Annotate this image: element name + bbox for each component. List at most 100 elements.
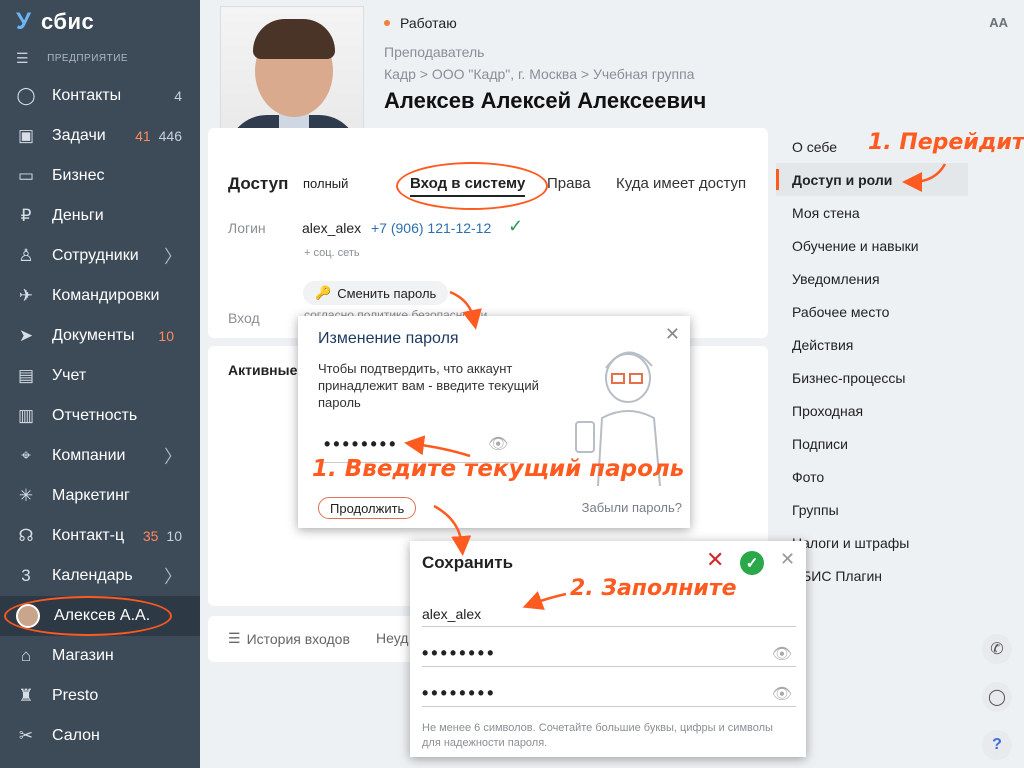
eye-icon[interactable]: 👁 bbox=[772, 684, 792, 704]
briefcase-icon: ▭ bbox=[17, 166, 35, 185]
profile-menu-item[interactable]: Подписи bbox=[776, 427, 968, 460]
sidebar-item[interactable]: ▭ Бизнес bbox=[0, 156, 200, 196]
sidebar-item[interactable]: ☊ Контакт-ц 35 10 bbox=[0, 516, 200, 556]
profile-menu-item[interactable]: Уведомления bbox=[776, 262, 968, 295]
badge-count-total: 10 bbox=[166, 528, 182, 544]
sidebar-item[interactable]: ⌂ Магазин bbox=[0, 636, 200, 676]
forgot-password-link[interactable]: Забыли пароль? bbox=[582, 500, 682, 515]
login-field[interactable]: alex_alex bbox=[422, 601, 796, 627]
annotation-fill: 2. Заполните bbox=[570, 576, 737, 601]
current-password-input[interactable]: •••••••• bbox=[324, 434, 398, 455]
tab-rights[interactable]: Права bbox=[547, 175, 591, 192]
sidebar-item-label: Учет bbox=[52, 367, 87, 384]
change-password-label: Сменить пароль bbox=[337, 285, 437, 301]
logo[interactable]: У сбис bbox=[16, 8, 94, 36]
sidebar-item[interactable]: ✳ Маркетинг bbox=[0, 476, 200, 516]
change-password-button[interactable]: 🔑 Сменить пароль bbox=[303, 281, 449, 305]
sidebar-item[interactable]: 3 Календарь 〉 bbox=[0, 556, 200, 596]
login-history-label: История входов bbox=[246, 630, 350, 647]
close-icon[interactable]: ✕ bbox=[780, 549, 795, 570]
sidebar-item[interactable]: ▤ Учет bbox=[0, 356, 200, 396]
calendar-icon: 3 bbox=[21, 566, 31, 585]
profile-menu-item[interactable]: Проходная bbox=[776, 394, 968, 427]
badge-count-new: 41 bbox=[135, 128, 151, 144]
save-title: Сохранить bbox=[422, 553, 514, 572]
chevron-right-icon[interactable]: 〉 bbox=[164, 563, 182, 589]
badge-count-total: 446 bbox=[158, 128, 182, 144]
sidebar-item[interactable]: ◯ Контакты 4 bbox=[0, 76, 200, 116]
sidebar-item-label: Задачи bbox=[52, 127, 106, 144]
section-label[interactable]: ☰ ПРЕДПРИЯТИЕ bbox=[16, 50, 128, 67]
repeat-password-field[interactable]: •••••••• 👁 bbox=[422, 681, 796, 707]
chevron-right-icon[interactable]: 〉 bbox=[164, 443, 182, 469]
chef-icon: ♜ bbox=[18, 686, 34, 705]
status[interactable]: Работаю bbox=[384, 15, 457, 31]
tab-where-access[interactable]: Куда имеет доступ bbox=[616, 175, 746, 192]
sidebar-item-label: Маркетинг bbox=[52, 487, 130, 504]
sidebar-item-label: Документы bbox=[52, 327, 135, 344]
badge-count: 41 446 bbox=[135, 128, 182, 144]
position: Преподаватель bbox=[384, 44, 485, 60]
confirm-check-icon[interactable]: ✓ bbox=[740, 551, 764, 575]
sidebar-item-label: Контакты bbox=[52, 87, 122, 104]
people-icon: ♙ bbox=[18, 246, 34, 265]
login-value[interactable]: alex_alex bbox=[302, 220, 361, 236]
sidebar-item[interactable]: ➤ Документы 10 bbox=[0, 316, 200, 356]
chat-bubble-icon[interactable]: ◯ bbox=[982, 682, 1012, 712]
profile-menu-item[interactable]: Моя стена bbox=[776, 196, 968, 229]
continue-button[interactable]: Продолжить bbox=[318, 497, 417, 519]
menu-icon[interactable]: ☰ bbox=[16, 50, 29, 67]
failed-logins-link[interactable]: Неуд bbox=[376, 630, 408, 646]
page-title: Алексев Алексей Алексеевич bbox=[384, 88, 707, 113]
breadcrumb[interactable]: Кадр > ООО "Кадр", г. Москва > Учебная г… bbox=[384, 66, 694, 82]
sidebar-item[interactable]: ₽ Деньги bbox=[0, 196, 200, 236]
phone-icon[interactable]: ✆ bbox=[982, 634, 1012, 664]
annotation-ring-user bbox=[4, 596, 172, 636]
sidebar-item-label: Отчетность bbox=[52, 407, 138, 424]
logo-icon: У bbox=[16, 8, 31, 35]
phone-value[interactable]: +7 (906) 121-12-12 bbox=[371, 220, 491, 236]
section-name: ПРЕДПРИЯТИЕ bbox=[47, 53, 129, 64]
eye-icon[interactable]: 👁 bbox=[772, 644, 792, 664]
profile-menu-item[interactable]: Доступ и роли bbox=[776, 163, 968, 196]
login-history-link[interactable]: ☰ История входов bbox=[228, 630, 350, 647]
cancel-icon[interactable]: ✕ bbox=[706, 547, 724, 573]
add-social-link[interactable]: + соц. сеть bbox=[304, 247, 360, 259]
sidebar-item[interactable]: ▥ Отчетность bbox=[0, 396, 200, 436]
profile-menu-item[interactable]: Группы bbox=[776, 493, 968, 526]
entry-label: Вход bbox=[228, 310, 260, 326]
profile-menu-item[interactable]: Действия bbox=[776, 328, 968, 361]
sidebar-item[interactable]: ⌖ Компании 〉 bbox=[0, 436, 200, 476]
chevron-right-icon[interactable]: 〉 bbox=[164, 243, 182, 269]
sidebar-item-label: Календарь bbox=[52, 567, 133, 584]
profile-menu-item[interactable]: Рабочее место bbox=[776, 295, 968, 328]
sidebar-item[interactable]: ✂ Салон bbox=[0, 716, 200, 756]
profile-menu-item[interactable]: Бизнес-процессы bbox=[776, 361, 968, 394]
sidebar-item[interactable]: ▣ Задачи 41 446 bbox=[0, 116, 200, 156]
sidebar-nav: ◯ Контакты 4 ▣ Задачи 41 446 ▭ Бизнес ₽ Деньги ♙ Сот… bbox=[0, 76, 200, 756]
font-size-toggle[interactable]: АА bbox=[989, 15, 1008, 30]
login-label: Логин bbox=[228, 220, 266, 236]
app-name: сбис bbox=[40, 9, 95, 34]
sidebar-item-label: Деньги bbox=[52, 207, 104, 224]
access-level[interactable]: полный bbox=[303, 176, 348, 191]
annotation-go: 1. Перейдите bbox=[868, 130, 1024, 155]
new-password-value: •••••••• bbox=[422, 643, 497, 663]
sidebar-item[interactable]: ♜ Presto bbox=[0, 676, 200, 716]
help-icon[interactable]: ? bbox=[982, 730, 1012, 760]
status-dot-icon bbox=[384, 20, 390, 26]
trip-icon: ✈ bbox=[18, 286, 34, 305]
eye-icon[interactable]: 👁 bbox=[488, 434, 508, 454]
dialog-title: Изменение пароля bbox=[318, 330, 459, 347]
profile-menu: О себе Доступ и роли Моя стена Обучение и н… bbox=[776, 130, 968, 592]
badge-count-new: 10 bbox=[158, 328, 174, 344]
badge-count: 10 bbox=[158, 328, 182, 344]
sidebar-item[interactable]: ✈ Командировки bbox=[0, 276, 200, 316]
sidebar-item[interactable]: ♙ Сотрудники 〉 bbox=[0, 236, 200, 276]
active-sessions-title: Активные bbox=[228, 362, 298, 378]
profile-menu-item[interactable]: Обучение и навыки bbox=[776, 229, 968, 262]
profile-menu-item[interactable]: Фото bbox=[776, 460, 968, 493]
money-icon: ₽ bbox=[20, 206, 32, 225]
new-password-field[interactable]: •••••••• 👁 bbox=[422, 641, 796, 667]
badge-count: 4 bbox=[174, 88, 182, 104]
